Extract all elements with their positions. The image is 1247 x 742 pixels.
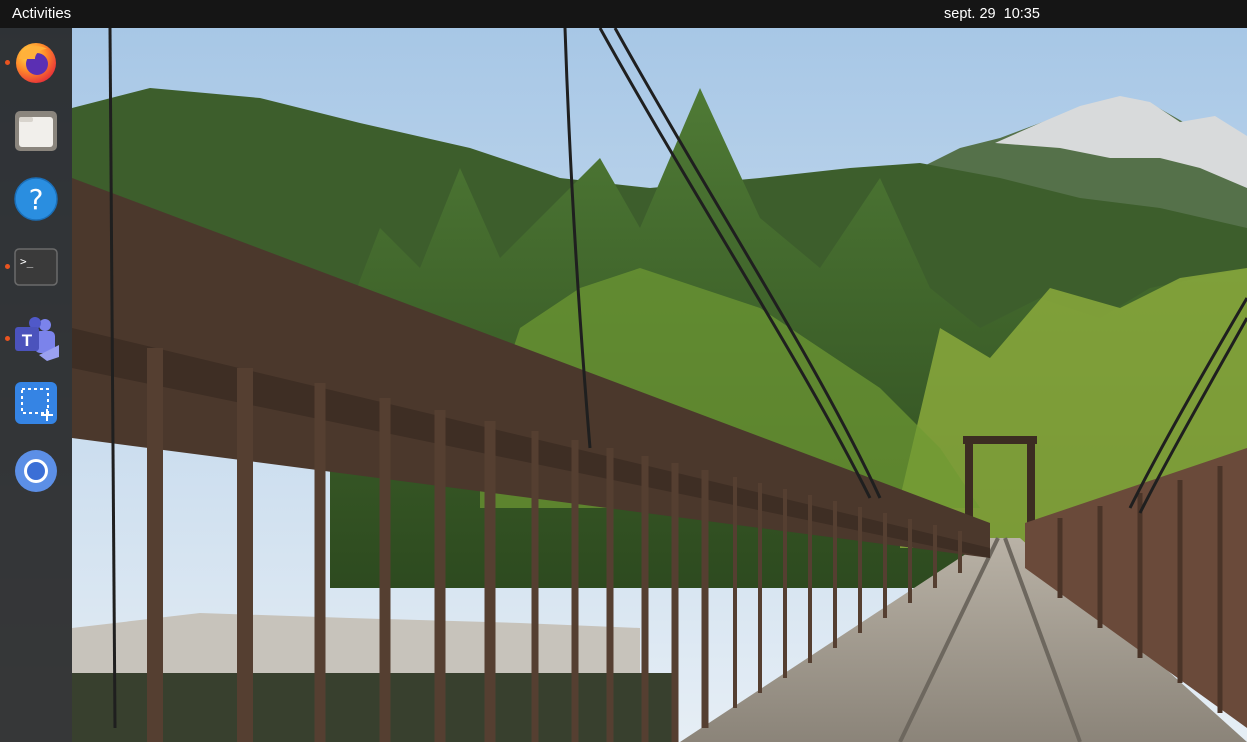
running-indicator bbox=[5, 60, 10, 65]
teams-icon: T bbox=[15, 317, 59, 361]
files-icon bbox=[15, 111, 57, 151]
help-icon: ? bbox=[14, 177, 58, 221]
terminal-icon: >_ bbox=[14, 248, 58, 286]
svg-text:T: T bbox=[22, 331, 33, 350]
svg-text:?: ? bbox=[29, 183, 44, 216]
clock-date-time[interactable]: sept. 29 10:35 bbox=[944, 0, 1040, 28]
dock-item-firefox[interactable] bbox=[5, 36, 62, 88]
running-indicator bbox=[5, 336, 10, 341]
dock-item-chromium[interactable] bbox=[10, 444, 62, 496]
activities-button[interactable]: Activities bbox=[0, 0, 83, 28]
dock-item-teams[interactable]: T bbox=[5, 312, 62, 364]
dock-item-terminal[interactable]: >_ bbox=[5, 240, 62, 292]
dock: ? >_ T bbox=[0, 28, 72, 742]
dock-item-files[interactable] bbox=[10, 104, 62, 156]
top-bar: Activities sept. 29 10:35 bbox=[0, 0, 1247, 28]
dock-item-help[interactable]: ? bbox=[10, 172, 62, 224]
svg-text:>_: >_ bbox=[20, 255, 34, 268]
desktop-wallpaper bbox=[0, 28, 1247, 742]
chromium-icon bbox=[15, 450, 57, 492]
screenshot-icon bbox=[15, 382, 57, 424]
firefox-icon bbox=[16, 43, 56, 83]
running-indicator bbox=[5, 264, 10, 269]
dock-item-screenshot[interactable] bbox=[10, 376, 62, 428]
